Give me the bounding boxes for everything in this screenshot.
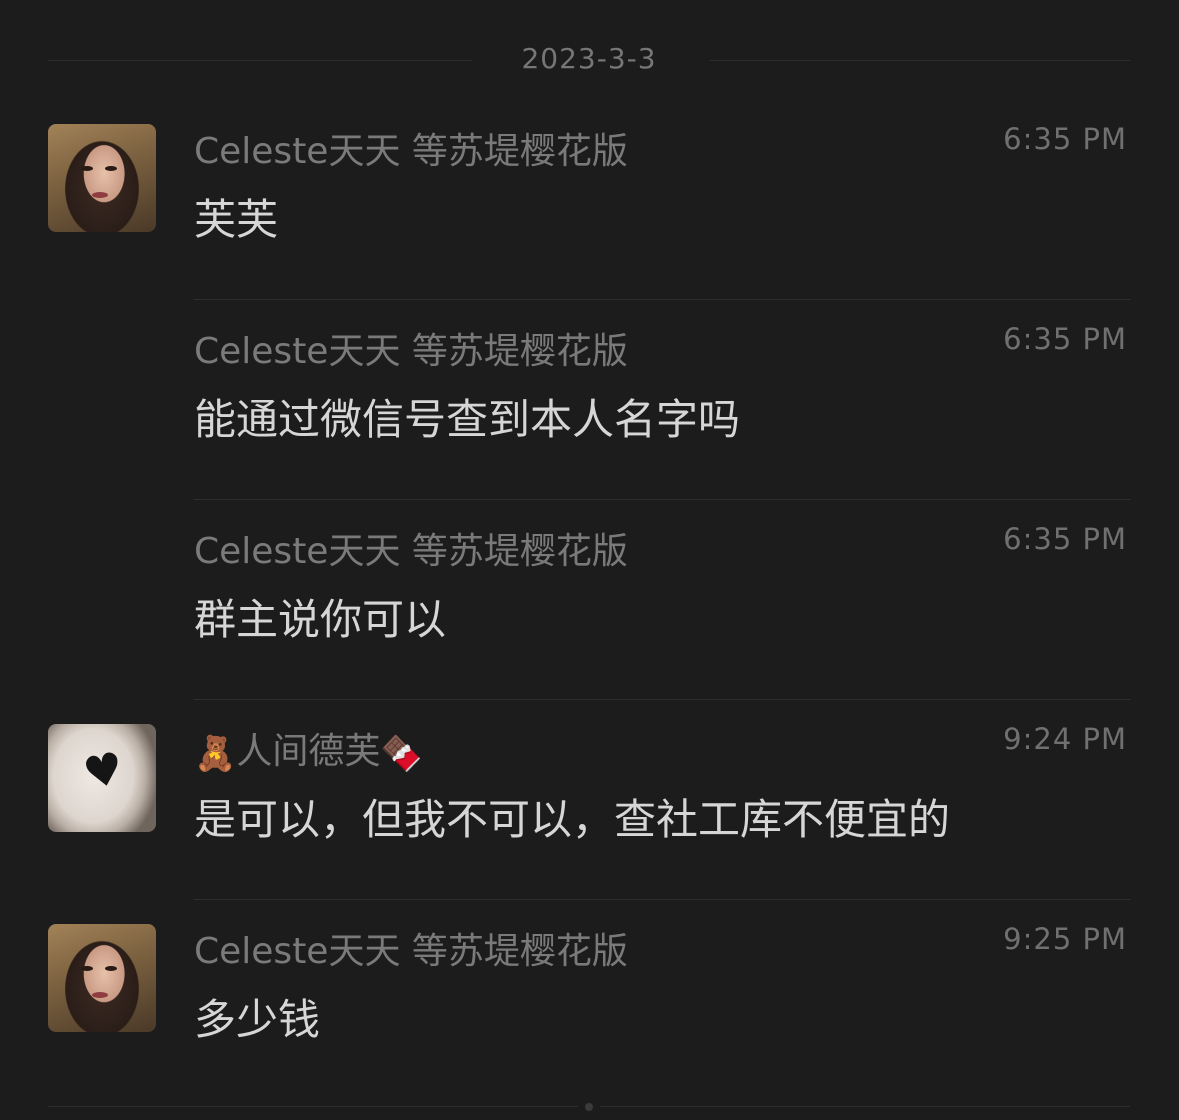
teddy-bear-icon: 🧸	[194, 734, 237, 774]
sender-name[interactable]: Celeste天天 等苏堤樱花版	[194, 122, 628, 174]
date-separator-label: 2023-3-3	[521, 42, 657, 75]
sender-name[interactable]: Celeste天天 等苏堤樱花版	[194, 322, 628, 374]
sender-name-text: 人间德芙	[236, 731, 381, 772]
sender-avatar[interactable]	[48, 124, 156, 232]
sender-name[interactable]: 🧸人间德芙🍫	[194, 722, 423, 774]
message-time: 6:35 PM	[1003, 322, 1127, 356]
message-text[interactable]: 群主说你可以	[194, 586, 446, 647]
message-text[interactable]: 能通过微信号查到本人名字吗	[194, 386, 740, 447]
date-separator: 2023-3-3	[48, 40, 1130, 82]
message-text[interactable]: 芙芙	[194, 186, 278, 247]
heart-icon: ♥	[79, 742, 129, 801]
message-item[interactable]: ♥ 🧸人间德芙🍫 9:24 PM 是可以，但我不可以，查社工库不便宜的	[0, 700, 1179, 900]
message-item[interactable]: Celeste天天 等苏堤樱花版 6:35 PM 群主说你可以	[0, 500, 1179, 700]
message-item[interactable]: Celeste天天 等苏堤樱花版 6:35 PM 能通过微信号查到本人名字吗	[0, 300, 1179, 500]
sender-name[interactable]: Celeste天天 等苏堤樱花版	[194, 922, 628, 974]
message-time: 6:35 PM	[1003, 122, 1127, 156]
message-item[interactable]: Celeste天天 等苏堤樱花版 9:25 PM 多少钱	[0, 900, 1179, 1100]
sender-avatar[interactable]	[48, 924, 156, 1032]
date-separator-line-right	[710, 60, 1130, 61]
sender-name[interactable]: Celeste天天 等苏堤樱花版	[194, 522, 628, 574]
message-item[interactable]: Celeste天天 等苏堤樱花版 6:35 PM 芙芙	[0, 100, 1179, 300]
sender-avatar[interactable]: ♥	[48, 724, 156, 832]
chocolate-bar-icon: 🍫	[380, 734, 423, 774]
bottom-divider-left	[48, 1106, 578, 1107]
message-time: 6:35 PM	[1003, 522, 1127, 556]
bottom-divider-right	[600, 1106, 1130, 1107]
message-text[interactable]: 多少钱	[194, 986, 320, 1047]
message-time: 9:24 PM	[1003, 722, 1127, 756]
message-text[interactable]: 是可以，但我不可以，查社工库不便宜的	[194, 786, 950, 847]
loading-dot-icon	[585, 1103, 593, 1111]
message-time: 9:25 PM	[1003, 922, 1127, 956]
